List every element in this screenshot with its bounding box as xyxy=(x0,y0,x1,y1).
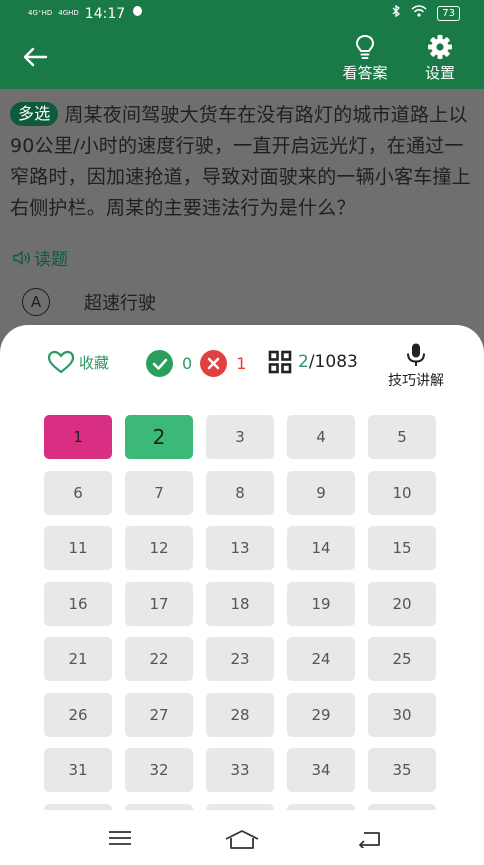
question-number-cell[interactable]: 2 xyxy=(125,415,193,459)
speaker-icon xyxy=(13,250,30,265)
notification-icon xyxy=(131,5,144,22)
question-number-cell[interactable]: 5 xyxy=(368,415,436,459)
question-number-cell[interactable]: 4 xyxy=(287,415,355,459)
back-arrow-icon xyxy=(23,47,48,67)
option-a-text: 超速行驶 xyxy=(84,293,156,314)
settings-button[interactable]: 设置 xyxy=(418,34,462,83)
question-number-cell[interactable]: 21 xyxy=(44,637,112,681)
question-number-cell[interactable]: 11 xyxy=(44,526,112,570)
heart-icon xyxy=(47,350,75,374)
battery-indicator: 73 xyxy=(437,5,460,21)
back-button[interactable] xyxy=(20,42,50,72)
tips-button[interactable]: 技巧讲解 xyxy=(383,342,449,390)
question-number-cell[interactable]: 30 xyxy=(368,692,436,737)
option-a-letter: A xyxy=(22,288,50,316)
question-number-cell[interactable]: 26 xyxy=(44,692,112,737)
microphone-icon xyxy=(407,343,425,366)
lightbulb-icon xyxy=(355,34,375,59)
question-number-cell[interactable]: 24 xyxy=(287,637,355,681)
app-bar: 看答案 设置 xyxy=(0,26,484,89)
score-summary: 0 1 xyxy=(146,350,246,377)
show-answer-label: 看答案 xyxy=(342,64,388,82)
question-number-cell[interactable]: 10 xyxy=(368,470,436,515)
question-number-cell[interactable]: 31 xyxy=(44,748,112,792)
question-number-cell[interactable]: 27 xyxy=(125,692,193,737)
wrong-count: 1 xyxy=(236,354,247,373)
question-number-cell[interactable]: 33 xyxy=(206,748,274,792)
answer-sheet-panel: 收藏 0 1 2/1083 技巧讲解 1 2 3 4 5 6 7 8 9 10 11 12 13 14 15… xyxy=(0,325,484,865)
question-number-cell[interactable]: 28 xyxy=(206,692,274,737)
question-number-cell[interactable]: 35 xyxy=(368,748,436,792)
read-question-button[interactable]: 读题 xyxy=(12,245,68,270)
question-number-cell[interactable]: 32 xyxy=(125,748,193,792)
total-questions: /1083 xyxy=(308,352,358,372)
question-type-badge: 多选 xyxy=(10,102,59,126)
signal-1: 4G⁺HD xyxy=(28,9,53,17)
show-answer-button[interactable]: 看答案 xyxy=(336,34,394,83)
current-question-number: 2 xyxy=(298,352,309,372)
wrong-cross-icon xyxy=(200,350,228,377)
question-number-cell[interactable]: 8 xyxy=(206,470,274,515)
status-bar: 4G⁺HD 4GHD 14:17 73 xyxy=(0,0,484,26)
question-number-cell[interactable]: 1 xyxy=(44,415,112,459)
question-number-cell[interactable]: 7 xyxy=(125,470,193,515)
sheet-toolbar: 收藏 0 1 2/1083 技巧讲解 xyxy=(0,325,484,405)
status-time: 14:17 xyxy=(84,5,126,22)
correct-count: 0 xyxy=(182,354,193,373)
question-number-cell[interactable]: 23 xyxy=(206,637,274,681)
grid-icon xyxy=(268,350,292,374)
question-number-cell[interactable]: 9 xyxy=(287,470,355,515)
question-number-cell[interactable]: 22 xyxy=(125,637,193,681)
question-number-cell[interactable]: 6 xyxy=(44,470,112,515)
favorite-button[interactable]: 收藏 xyxy=(47,350,109,374)
question-progress[interactable]: 2/1083 xyxy=(268,350,358,374)
signal-2: 4GHD xyxy=(58,9,79,17)
favorite-label: 收藏 xyxy=(79,353,110,372)
question-number-cell[interactable]: 15 xyxy=(368,526,436,570)
question-number-cell[interactable]: 14 xyxy=(287,526,355,570)
question-number-cell[interactable]: 34 xyxy=(287,748,355,792)
question-number-cell[interactable]: 16 xyxy=(44,581,112,626)
question-number-cell[interactable]: 25 xyxy=(368,637,436,681)
question-number-cell[interactable]: 29 xyxy=(287,692,355,737)
system-nav-bar xyxy=(0,810,484,865)
question-number-cell[interactable]: 19 xyxy=(287,581,355,626)
correct-check-icon xyxy=(146,350,173,377)
tips-label: 技巧讲解 xyxy=(388,373,444,389)
question-text-block: 多选 周某夜间驾驶大货车在没有路灯的城市道路上以90公里/小时的速度行驶，一直开启… xyxy=(10,100,476,224)
back-nav-icon[interactable] xyxy=(356,830,382,848)
menu-icon[interactable] xyxy=(107,830,133,846)
option-a[interactable]: A 超速行驶 xyxy=(22,288,156,316)
question-number-cell[interactable]: 3 xyxy=(206,415,274,459)
home-icon[interactable] xyxy=(224,828,260,850)
question-number-cell[interactable]: 20 xyxy=(368,581,436,626)
question-number-cell[interactable]: 13 xyxy=(206,526,274,570)
bluetooth-icon xyxy=(392,4,401,22)
question-number-cell[interactable]: 12 xyxy=(125,526,193,570)
read-question-label: 读题 xyxy=(34,250,68,270)
wifi-icon xyxy=(411,5,427,21)
question-text: 周某夜间驾驶大货车在没有路灯的城市道路上以90公里/小时的速度行驶，一直开启远光… xyxy=(10,104,471,219)
settings-label: 设置 xyxy=(424,64,455,82)
question-number-cell[interactable]: 18 xyxy=(206,581,274,626)
gear-icon xyxy=(428,35,452,59)
question-number-grid: 1 2 3 4 5 6 7 8 9 10 11 12 13 14 15 16 17 18 19 20 21 22 23 24 2… xyxy=(44,415,444,810)
question-number-cell[interactable]: 17 xyxy=(125,581,193,626)
